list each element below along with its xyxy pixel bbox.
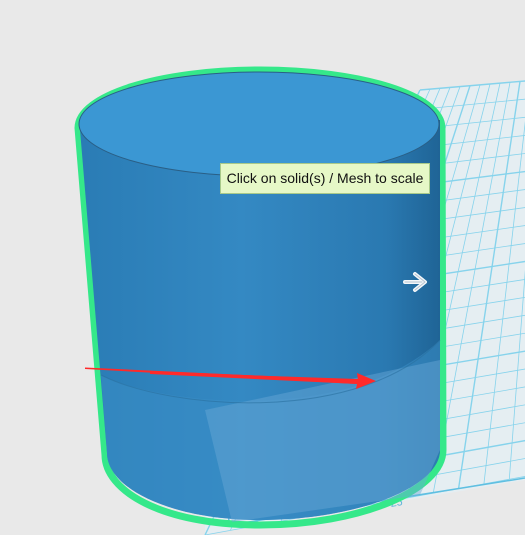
cylinder-top-face [78, 71, 440, 177]
3d-viewport[interactable]: 25 25 Click on solid(s) / Mesh to scale [0, 0, 525, 535]
cylinder-solid[interactable] [74, 66, 447, 529]
scene-canvas[interactable]: 25 25 [0, 0, 525, 535]
scale-tooltip: Click on solid(s) / Mesh to scale [220, 163, 430, 194]
